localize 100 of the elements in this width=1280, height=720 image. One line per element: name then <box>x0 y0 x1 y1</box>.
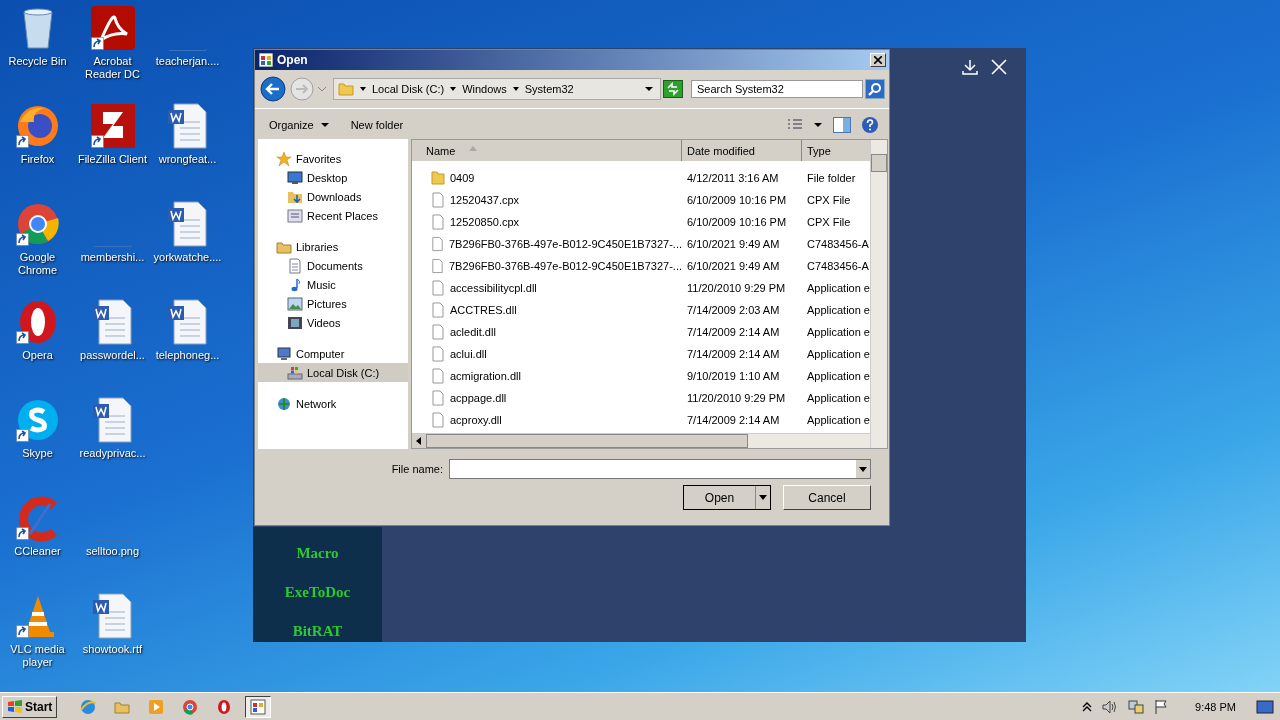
start-button[interactable]: Start <box>2 695 58 718</box>
computer-icon <box>276 345 292 362</box>
caret-icon[interactable] <box>511 85 520 93</box>
vertical-scrollbar[interactable] <box>870 140 887 448</box>
sidebar-item[interactable]: Macro <box>296 545 339 562</box>
flag-icon[interactable] <box>1153 698 1170 715</box>
cancel-button[interactable]: Cancel <box>783 485 871 510</box>
nav-item[interactable]: Music <box>258 275 408 294</box>
nav-label: Music <box>307 278 336 291</box>
file-row[interactable]: 7B296FB0-376B-497e-B012-9C450E1B7327-... 6/10/2021 9:49 AM C7483456-A <box>412 233 870 255</box>
file-row[interactable]: aclui.dll 7/14/2009 2:14 AM Application e <box>412 343 870 365</box>
caret-icon[interactable] <box>813 121 823 129</box>
file-row[interactable]: accessibilitycpl.dll 11/20/2010 9:29 PM Application e <box>412 277 870 299</box>
clock[interactable]: 9:48 PM <box>1195 700 1236 713</box>
nav-item[interactable]: Computer <box>258 344 408 363</box>
horizontal-scrollbar[interactable] <box>412 433 870 448</box>
file-row[interactable]: acmigration.dll 9/10/2019 1:10 AM Application e <box>412 365 870 387</box>
close-icon[interactable] <box>989 57 1009 77</box>
desktop-shortcut[interactable]: teacherjan.... <box>150 4 225 102</box>
nav-label: Libraries <box>296 240 339 253</box>
nav-label: Downloads <box>307 190 362 203</box>
desktop-shortcut[interactable]: CCleaner <box>0 494 75 592</box>
type-cell-text: Application e <box>806 392 870 404</box>
breadcrumb-item[interactable]: Local Disk (C:) <box>372 83 445 95</box>
caret-icon[interactable] <box>359 85 367 93</box>
nav-item[interactable]: Recent Places <box>258 206 408 225</box>
date-cell-text: 11/20/2010 9:29 PM <box>686 282 787 294</box>
type-cell-text: Application e <box>806 414 870 426</box>
sidebar-item[interactable]: ExeToDoc <box>284 584 351 601</box>
nav-label: Videos <box>307 316 341 329</box>
file-row[interactable]: acproxy.dll 7/14/2009 2:14 AM Application e <box>412 409 870 431</box>
address-bar[interactable]: Local Disk (C:) Windows System32 <box>333 78 661 100</box>
desktop-shortcut[interactable]: yorkwatche.... <box>150 200 225 298</box>
refresh-icon[interactable] <box>663 80 683 98</box>
file-row[interactable]: 12520850.cpx 6/10/2009 10:16 PM CPX File <box>412 211 870 233</box>
preview-pane-icon[interactable] <box>833 117 851 133</box>
help-icon[interactable] <box>861 116 879 134</box>
nav-item[interactable]: Local Disk (C:) <box>258 363 408 382</box>
disk-icon <box>287 364 303 381</box>
nav-item[interactable]: Documents <box>258 256 408 275</box>
scrollbar-thumb[interactable] <box>426 434 748 448</box>
nav-item[interactable]: Network <box>258 394 408 413</box>
file-row[interactable]: 0409 4/12/2011 3:16 AM File folder <box>412 167 870 189</box>
desktop-shortcut[interactable]: Acrobat Reader DC <box>75 4 150 102</box>
desktop-shortcut[interactable]: membershi... <box>75 200 150 298</box>
back-icon[interactable] <box>259 75 287 103</box>
file-row[interactable]: 12520437.cpx 6/10/2009 10:16 PM CPX File <box>412 189 870 211</box>
desktop-shortcut[interactable]: wrongfeat... <box>150 102 225 200</box>
view-icon[interactable] <box>787 118 803 132</box>
nav-item[interactable]: Desktop <box>258 168 408 187</box>
download-icon[interactable] <box>960 57 980 77</box>
breadcrumb-item[interactable]: Windows <box>462 83 507 95</box>
desktop-shortcut[interactable]: Skype <box>0 396 75 494</box>
desktop-shortcut[interactable]: Google Chrome <box>0 200 75 298</box>
network-icon[interactable] <box>1127 698 1146 715</box>
desktop-shortcut[interactable]: selltoo.png <box>75 494 150 592</box>
nav-item[interactable]: Pictures <box>258 294 408 313</box>
desktop-shortcut[interactable]: FileZilla Client <box>75 102 150 200</box>
file-row[interactable]: acppage.dll 11/20/2010 9:29 PM Application e <box>412 387 870 409</box>
nav-item[interactable]: Favorites <box>258 149 408 168</box>
file-row[interactable]: 7B296FB0-376B-497e-B012-9C450E1B7327-... 6/10/2021 9:49 AM C7483456-A <box>412 255 870 277</box>
desktop-shortcut[interactable]: showtook.rtf <box>75 592 150 690</box>
breadcrumb-item[interactable]: System32 <box>524 83 574 95</box>
file-row[interactable]: ACCTRES.dll 7/14/2009 2:03 AM Application e <box>412 299 870 321</box>
desktop-shortcut[interactable]: Recycle Bin <box>0 4 75 102</box>
column-header[interactable]: Date modified <box>682 140 802 161</box>
desktop-shortcut[interactable]: readyprivac... <box>75 396 150 494</box>
desktop-shortcut[interactable]: VLC media player <box>0 592 75 690</box>
file-name-field[interactable] <box>449 459 871 479</box>
file-icon <box>430 214 446 230</box>
file-name: 12520437.cpx <box>450 194 520 206</box>
file-outline-icon <box>93 245 132 248</box>
sort-icon <box>469 146 478 151</box>
desktop-shortcut[interactable]: telephoneg... <box>150 298 225 396</box>
column-header[interactable]: Type <box>802 140 870 161</box>
caret-icon[interactable] <box>449 85 458 93</box>
nav-item[interactable]: Downloads <box>258 187 408 206</box>
new-folder-button[interactable]: New folder <box>344 117 410 133</box>
play-icon <box>147 697 166 716</box>
dropdown-icon[interactable] <box>644 85 654 93</box>
sidebar-item[interactable]: BitRAT <box>292 623 343 640</box>
icon-label: wrongfeat... <box>157 153 218 166</box>
search-button[interactable] <box>865 79 885 99</box>
search-field[interactable]: Search System32 <box>691 80 863 98</box>
scrollbar-thumb[interactable] <box>871 154 887 172</box>
file-name: acproxy.dll <box>450 414 502 426</box>
nav-item[interactable]: Videos <box>258 313 408 332</box>
organize-button[interactable]: Organize <box>263 117 335 133</box>
taskbar-app[interactable] <box>245 695 272 718</box>
show-desktop-icon[interactable] <box>1256 698 1274 715</box>
desktop-shortcut[interactable]: Opera <box>0 298 75 396</box>
open-button[interactable]: Open <box>683 485 771 510</box>
desktop-shortcut[interactable]: Firefox <box>0 102 75 200</box>
file-row[interactable]: acledit.dll 7/14/2009 2:14 AM Application e <box>412 321 870 343</box>
icon-label: showtook.rtf <box>81 643 144 656</box>
close-button[interactable] <box>870 53 886 67</box>
desktop-shortcut[interactable]: passwordel... <box>75 298 150 396</box>
icon-label: FileZilla Client <box>76 153 149 166</box>
nav-item[interactable]: Libraries <box>258 237 408 256</box>
column-header[interactable]: Name <box>412 140 682 161</box>
